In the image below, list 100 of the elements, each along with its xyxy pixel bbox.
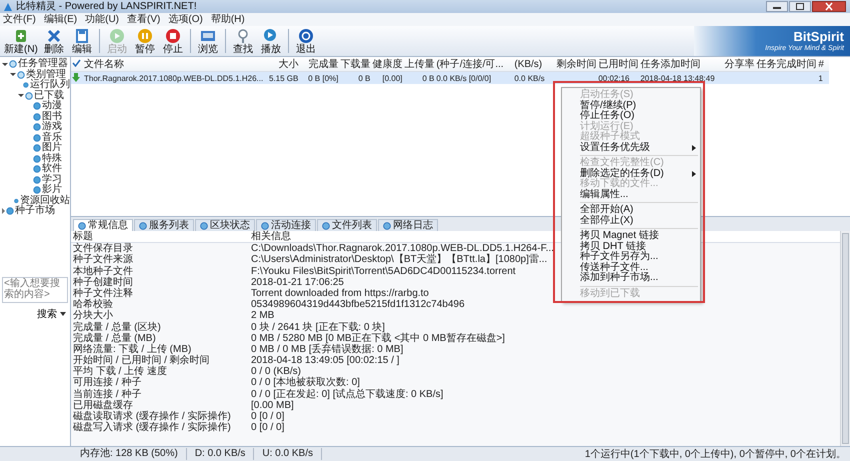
menu-item[interactable]: 设置任务优先级	[562, 142, 700, 153]
menu-item[interactable]: 删除选定的任务(D)	[562, 168, 700, 179]
tab-icon	[322, 222, 330, 230]
tree-item[interactable]: 图书	[42, 112, 62, 122]
play-icon	[262, 28, 279, 44]
minimize-icon[interactable]	[766, 1, 788, 12]
tab[interactable]: 常规信息	[73, 219, 133, 231]
info-value: Torrent downloaded from https://rarbg.to	[250, 288, 429, 300]
column-header[interactable]: 上传量	[404, 59, 434, 70]
menu-item[interactable]: 全部开始(A)	[562, 205, 700, 216]
tab-icon	[78, 222, 86, 230]
table-cell: 5.15 GB	[269, 74, 298, 82]
info-value: 0 [0 / 0]	[250, 422, 284, 434]
info-value: 0534989604319d443bfbe5215fd1f1312c74b496	[250, 299, 465, 310]
table-cell: 0.0 KB/s	[514, 74, 545, 82]
tree-item[interactable]: 任务管理器	[18, 59, 68, 70]
search-field[interactable]: <输入想要搜索的内容>	[2, 276, 68, 302]
tab[interactable]: 服务列表	[134, 219, 194, 231]
menu-item[interactable]: 文件(F)	[3, 14, 36, 26]
menu-item[interactable]: 拷贝 Magnet 链接	[562, 231, 700, 242]
column-header[interactable]: 已用时间	[598, 59, 638, 70]
info-label: 本地种子文件	[72, 266, 134, 277]
status-text: U: 0.0 KB/s	[254, 448, 322, 460]
column-header[interactable]: 健康度	[372, 59, 402, 70]
tab[interactable]: 网络日志	[378, 219, 438, 231]
menu-item[interactable]: 添加到种子市场...	[562, 273, 700, 284]
circle-icon	[33, 176, 41, 184]
info-label: 种子文件来源	[72, 254, 134, 266]
info-label: 已用磁盘缓存	[72, 400, 134, 411]
toolbar-button[interactable]: 停止	[158, 28, 187, 54]
tree-item[interactable]: 动漫	[42, 101, 62, 112]
maximize-icon[interactable]	[789, 1, 811, 12]
menu-item[interactable]: 暂停/继续(P)	[562, 100, 700, 111]
menu-item[interactable]: 停止任务(O)	[562, 111, 700, 122]
info-value: 0 / 0 [本地被获取次数: 0]	[250, 377, 360, 388]
tab[interactable]: 区块状态	[195, 219, 255, 231]
tree-item[interactable]: 资源回收站	[20, 196, 70, 206]
toolbar-button[interactable]: 查找	[228, 28, 257, 54]
circle-icon	[33, 123, 41, 132]
search-button[interactable]: 搜索	[35, 306, 68, 320]
caret-icon	[60, 312, 66, 316]
toolbar-button[interactable]: 播放	[256, 28, 285, 54]
info-label: 当前连接 / 种子	[72, 388, 142, 400]
column-header[interactable]: 文件名称	[84, 59, 124, 70]
tree-item[interactable]: 软件	[42, 164, 62, 174]
start-icon	[108, 28, 125, 44]
toolbar-button[interactable]: 编辑	[68, 28, 96, 54]
circle-icon	[33, 186, 41, 194]
info-label: 完成量 / 总量 (MB)	[72, 332, 156, 344]
tree-item[interactable]: 游戏	[42, 122, 62, 132]
menu-item[interactable]: 帮助(H)	[210, 14, 245, 26]
menu-item[interactable]: 功能(U)	[85, 14, 120, 26]
info-value: 0 / 0 (KB/s)	[250, 366, 302, 378]
tree-item[interactable]: 特殊	[42, 154, 62, 164]
menu-item[interactable]: 拷贝 DHT 链接	[562, 242, 700, 252]
task-row[interactable]: Thor.Ragnarok.2017.1080p.WEB-DL.DD5.1.H26... 5.15 GB 0 B [0%] 0 B [0.00] 0 B 0.0 KB/s [0/0/0] 0.0 KB/s 00:02:16 2018-04-18 13:48:49 1	[71, 72, 830, 84]
circle-icon	[33, 144, 41, 152]
tree-item[interactable]: 类别管理	[26, 70, 66, 80]
info-label: 种子创建时间	[72, 276, 134, 288]
tree-item[interactable]: 学习	[42, 174, 62, 185]
info-label: 哈希校验	[72, 299, 114, 310]
toolbar-button[interactable]: 浏览	[194, 28, 222, 54]
info-label: 分块大小	[72, 310, 114, 322]
column-header[interactable]: 剩余时间	[556, 59, 596, 70]
tab[interactable]: 活动连接	[256, 219, 316, 231]
menu-item[interactable]: 种子文件另存为...	[562, 252, 700, 262]
tree-item[interactable]: 已下载	[34, 90, 64, 101]
close-icon[interactable]	[812, 1, 846, 12]
toolbar-button[interactable]: 暂停	[130, 28, 159, 54]
info-value: 0 块 / 2641 块 [正在下载: 0 块]	[250, 322, 385, 332]
info-value: 0 MB / 5280 MB [0 MB正在下载 <其中 0 MB暂存在磁盘>]	[250, 332, 505, 344]
toolbar-button[interactable]: 删除	[40, 28, 68, 54]
menu-item[interactable]: 全部停止(X)	[562, 216, 700, 226]
tab-icon	[261, 222, 269, 230]
column-header[interactable]: 分享率	[724, 59, 754, 70]
window-title: 比特精灵 - Powered by LANSPIRIT.NET!	[16, 0, 197, 12]
toolbar-button[interactable]: 新建(N)	[2, 28, 40, 54]
tree-item[interactable]: 种子市场	[15, 206, 55, 216]
tree-item[interactable]: 运行队列	[30, 80, 70, 90]
menu-item[interactable]: 编辑属性...	[562, 190, 700, 200]
delete-icon	[46, 28, 62, 44]
circle-icon	[17, 70, 25, 79]
menu-item[interactable]: 传送种子文件...	[562, 262, 700, 273]
column-header[interactable]: 任务完成时间	[756, 59, 816, 70]
tree-item[interactable]: 影片	[42, 185, 62, 196]
tree-item[interactable]: 音乐	[42, 132, 62, 143]
menu-item[interactable]: 查看(V)	[127, 14, 160, 26]
tab[interactable]: 文件列表	[317, 219, 377, 231]
column-header[interactable]: 下载量	[340, 59, 370, 70]
info-label: 种子文件注释	[72, 288, 134, 299]
info-label: 网络流量: 下载 / 上传 (MB)	[72, 344, 192, 355]
toolbar-button[interactable]: 退出	[292, 28, 320, 54]
tree-item[interactable]: 图片	[42, 143, 62, 154]
info-value: 2018-01-21 17:06:25	[250, 276, 344, 288]
scrollbar[interactable]	[840, 231, 850, 446]
menu-item[interactable]: 选项(O)	[168, 14, 203, 26]
menu-item[interactable]: 编辑(E)	[44, 14, 78, 26]
info-value: 0 / 0 [正在发起: 0] [试点总下载速度: 0 KB/s]	[250, 388, 444, 400]
table-cell: Thor.Ragnarok.2017.1080p.WEB-DL.DD5.1.H26...	[84, 74, 264, 82]
circle-icon	[33, 154, 41, 163]
